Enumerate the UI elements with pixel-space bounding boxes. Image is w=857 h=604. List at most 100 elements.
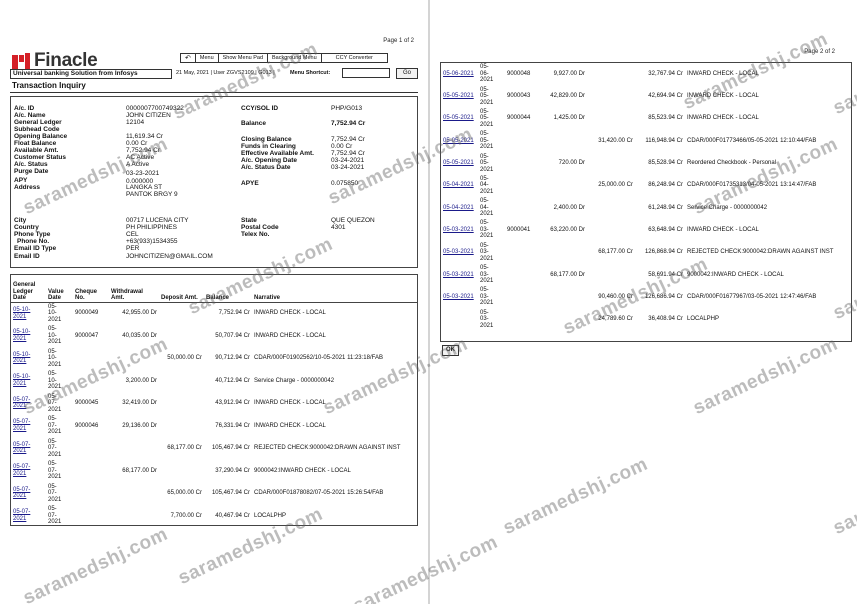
top-menu-bar: ↶ Menu Show Menu Pad Background Menu CCY… bbox=[180, 53, 388, 63]
value-date-cell: 05- 07- 2021 bbox=[48, 438, 62, 458]
ledger-date-link[interactable]: 05-03-2021 bbox=[441, 219, 478, 241]
state-value: QUE QUEZON bbox=[331, 217, 375, 224]
background-menu-button[interactable]: Background Menu bbox=[268, 54, 322, 62]
narrative-cell: INWARD CHECK - LOCAL bbox=[687, 70, 759, 77]
float-balance-value: 0.00 Cr bbox=[126, 140, 148, 147]
balance-cell: 85,523.94 Cr bbox=[648, 115, 683, 122]
ledger-date-link[interactable]: 05-07- 2021 bbox=[11, 392, 46, 415]
field-label: State bbox=[241, 217, 257, 224]
narrative-cell: Service Charge - 0000000042 bbox=[254, 377, 335, 384]
ledger-date-link[interactable]: 05-03-2021 bbox=[441, 241, 478, 263]
field-label: Postal Code bbox=[241, 224, 279, 231]
statement-page-1: Page 1 of 2 Finacle ↶ Menu Show Menu Pad… bbox=[0, 0, 428, 604]
withdrawal-cell bbox=[109, 505, 159, 526]
ledger-date-link[interactable]: 05-05-2021 bbox=[441, 85, 478, 107]
city-value: 00717 LUCENA CITY bbox=[126, 217, 189, 224]
go-button[interactable]: Go bbox=[396, 68, 418, 79]
value-date-cell: 05- 07- 2021 bbox=[48, 506, 62, 525]
table-row: 05-05-2021 05- 05- 2021 9000043 42,829.00 Dr 4… bbox=[441, 85, 851, 107]
ledger-date-link[interactable]: 05-10- 2021 bbox=[11, 325, 46, 348]
menu-shortcut-input[interactable] bbox=[342, 68, 390, 78]
field-label: Available Amt. bbox=[14, 147, 59, 154]
column-header: General Ledger Date bbox=[11, 275, 46, 303]
ledger-date-link[interactable]: 05-05-2021 bbox=[441, 152, 478, 174]
field-label: Effective Available Amt. bbox=[241, 150, 314, 157]
status-date-value: 03-24-2021 bbox=[331, 164, 365, 171]
country-value: PH PHILIPPINES bbox=[126, 224, 177, 231]
deposit-cell bbox=[159, 370, 204, 393]
ledger-date-link[interactable]: 05-04-2021 bbox=[441, 197, 478, 219]
withdrawal-cell: 720.00 Dr bbox=[558, 160, 585, 167]
field-label: Phone Type bbox=[14, 231, 51, 238]
show-menu-pad-button[interactable]: Show Menu Pad bbox=[219, 54, 268, 62]
field-label: Email ID bbox=[14, 253, 40, 260]
column-header: Deposit Amt. bbox=[159, 275, 204, 303]
balance-cell: 126,868.94 Cr bbox=[644, 249, 683, 256]
ledger-date-link[interactable]: 05-03-2021 bbox=[441, 264, 478, 286]
deposit-cell: 7,700.00 Cr bbox=[170, 512, 202, 519]
ledger-date-link[interactable]: 05-07- 2021 bbox=[11, 415, 46, 438]
field-label: Purge Date bbox=[14, 168, 49, 175]
ledger-date-link[interactable]: 05-10- 2021 bbox=[11, 370, 46, 393]
session-info: 21 May, 2021 | User ZGVS2109 | G013 | bbox=[176, 70, 275, 76]
ledger-date-link[interactable]: 05-04-2021 bbox=[441, 174, 478, 196]
value-date-cell: 05- 03- 2021 bbox=[480, 287, 494, 307]
ok-button[interactable]: OK bbox=[442, 345, 459, 356]
table-row: 05-07- 2021 05- 07- 2021 68,177.00 Dr 37,290.9… bbox=[11, 460, 417, 483]
narrative-cell: CDAR/000F01878082/07-05-2021 15:26:54/FA… bbox=[254, 490, 384, 496]
cheque-no-cell: 9000046 bbox=[75, 422, 99, 429]
ledger-date-link[interactable]: 05-07- 2021 bbox=[11, 460, 46, 483]
field-label: A/c. Status Date bbox=[241, 164, 291, 171]
deposit-cell bbox=[587, 152, 635, 174]
field-label: CCY/SOL ID bbox=[241, 105, 279, 112]
phone-type-value: CEL bbox=[126, 231, 139, 238]
balance-cell: 105,467.94 Cr bbox=[211, 445, 250, 451]
ledger-date-link[interactable]: 05-07- 2021 bbox=[11, 482, 46, 505]
ledger-date-link[interactable]: 05-03-2021 bbox=[441, 286, 478, 308]
closing-balance-value: 7,752.94 Cr bbox=[331, 136, 365, 143]
divider bbox=[10, 92, 418, 93]
ledger-date-link[interactable]: 05-05-2021 bbox=[441, 108, 478, 130]
value-date-cell: 05- 03- 2021 bbox=[480, 242, 494, 262]
field-label: Telex No. bbox=[241, 231, 270, 238]
ledger-date-link[interactable]: 05-07- 2021 bbox=[11, 437, 46, 460]
balance-cell: 61,248.94 Cr bbox=[648, 204, 683, 211]
effective-available-value: 7,752.94 Cr bbox=[331, 150, 365, 157]
menu-button[interactable]: Menu bbox=[196, 54, 219, 62]
table-row: 05-04-2021 05- 04- 2021 25,000.00 Cr 86,248.9… bbox=[441, 174, 851, 196]
ledger-date-link[interactable]: 05-05-2021 bbox=[441, 130, 478, 152]
balance-cell: 43,912.94 Cr bbox=[215, 400, 250, 406]
column-header: Balance bbox=[204, 275, 252, 303]
value-date-cell: 05- 07- 2021 bbox=[48, 461, 62, 480]
withdrawal-cell bbox=[535, 286, 587, 308]
ledger-date-link[interactable]: 05-10- 2021 bbox=[11, 302, 46, 325]
withdrawal-cell: 63,220.00 Dr bbox=[550, 226, 585, 233]
cheque-no-cell bbox=[505, 130, 535, 152]
ledger-date-link[interactable] bbox=[441, 308, 478, 330]
table-row: 05-05-2021 05- 05- 2021 720.00 Dr 85,528.94 C… bbox=[441, 152, 851, 174]
field-label: APY bbox=[14, 177, 28, 184]
narrative-cell: CDAR/000F01735313/04-05-2021 13:14:47/FA… bbox=[687, 182, 817, 189]
ledger-date-link[interactable]: 05-10- 2021 bbox=[11, 347, 46, 370]
ledger-date-link[interactable]: 05-06-2021 bbox=[441, 63, 478, 85]
page-number: Page 2 of 2 bbox=[804, 49, 835, 55]
balance-cell: 7,752.94 Cr bbox=[218, 310, 250, 317]
menu-pad-icon[interactable]: ↶ bbox=[181, 54, 196, 62]
balance-cell: 50,707.94 Cr bbox=[215, 332, 250, 339]
value-date-cell: 05- 05- 2021 bbox=[480, 108, 494, 128]
deposit-cell bbox=[587, 108, 635, 130]
field-label: City bbox=[14, 217, 27, 224]
ledger-date-link[interactable]: 05-07- 2021 bbox=[11, 505, 46, 526]
cheque-no-cell: 9000048 bbox=[507, 70, 531, 77]
balance-value: 7,752.94 Cr bbox=[331, 120, 366, 127]
withdrawal-cell: 29,136.00 Dr bbox=[122, 422, 157, 429]
deposit-cell: 31,420.00 Cr bbox=[598, 137, 633, 144]
narrative-cell: INWARD CHECK - LOCAL bbox=[687, 226, 759, 233]
deposit-cell bbox=[587, 85, 635, 107]
deposit-cell: 90,460.00 Cr bbox=[598, 293, 633, 300]
value-date-cell: 05- 07- 2021 bbox=[48, 393, 62, 413]
ccy-converter-button[interactable]: CCY Converter bbox=[322, 54, 387, 62]
general-ledger-value: 12104 bbox=[126, 119, 145, 126]
value-date-cell: 05- 03- 2021 bbox=[480, 220, 494, 240]
table-row: 05-10- 2021 05- 10- 2021 50,000.00 Cr 90,712.9… bbox=[11, 347, 417, 370]
